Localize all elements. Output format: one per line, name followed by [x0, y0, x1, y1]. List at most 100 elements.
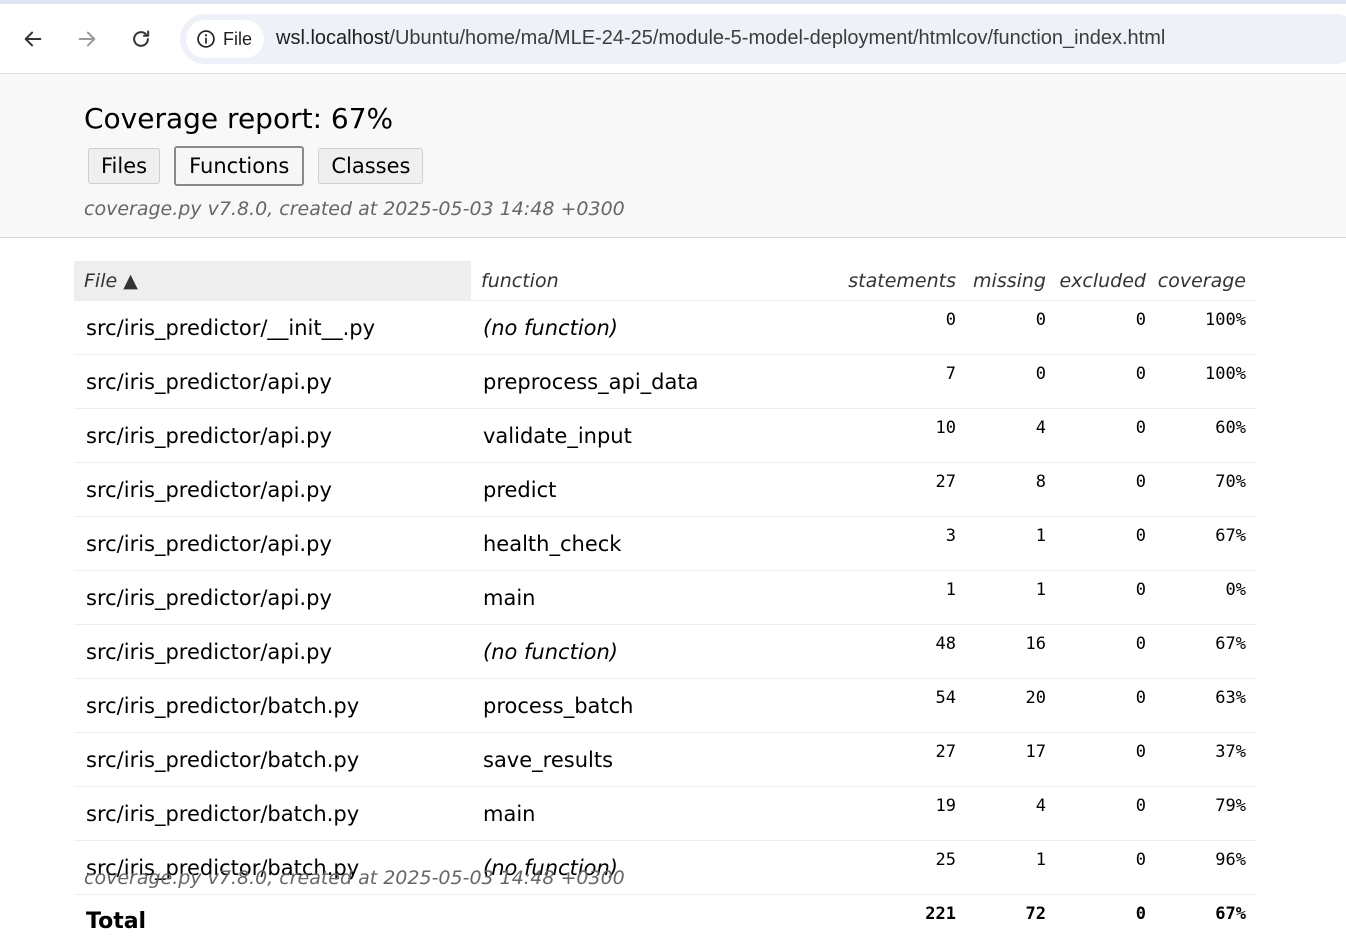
missing-cell: 1: [966, 517, 1056, 571]
site-info-label: File: [223, 29, 252, 50]
file-link[interactable]: src/iris_predictor/api.py: [74, 409, 471, 463]
table-row: src/iris_predictor/api.pyvalidate_input1…: [74, 409, 1256, 463]
excluded-cell: 0: [1056, 463, 1156, 517]
excluded-cell: 0: [1056, 571, 1156, 625]
function-link[interactable]: preprocess_api_data: [471, 355, 848, 409]
function-link[interactable]: (no function): [471, 301, 848, 355]
info-icon: [196, 29, 216, 49]
missing-cell: 16: [966, 625, 1056, 679]
total-excluded: 0: [1056, 895, 1156, 948]
table-body: src/iris_predictor/__init__.py(no functi…: [74, 301, 1256, 895]
function-link[interactable]: predict: [471, 463, 848, 517]
table-row: src/iris_predictor/api.pymain1100%: [74, 571, 1256, 625]
statements-cell: 10: [848, 409, 966, 463]
function-link[interactable]: main: [471, 787, 848, 841]
total-label: Total: [74, 895, 471, 948]
function-link[interactable]: main: [471, 571, 848, 625]
function-link[interactable]: validate_input: [471, 409, 848, 463]
excluded-cell: 0: [1056, 355, 1156, 409]
forward-button[interactable]: [70, 22, 104, 56]
total-statements: 221: [848, 895, 966, 948]
missing-cell: 8: [966, 463, 1056, 517]
browser-toolbar: File wsl.localhost/Ubuntu/home/ma/MLE-24…: [0, 0, 1346, 74]
missing-cell: 1: [966, 841, 1056, 895]
total-missing: 72: [966, 895, 1056, 948]
excluded-cell: 0: [1056, 841, 1156, 895]
tab-classes[interactable]: Classes: [318, 148, 423, 184]
statements-cell: 1: [848, 571, 966, 625]
column-header-coverage[interactable]: coverage: [1156, 261, 1256, 301]
total-coverage: 67%: [1156, 895, 1256, 948]
coverage-cell: 70%: [1156, 463, 1256, 517]
coverage-cell: 0%: [1156, 571, 1256, 625]
back-button[interactable]: [16, 22, 50, 56]
tab-files[interactable]: Files: [88, 148, 160, 184]
file-link[interactable]: src/iris_predictor/api.py: [74, 355, 471, 409]
coverage-cell: 96%: [1156, 841, 1256, 895]
url-text[interactable]: wsl.localhost/Ubuntu/home/ma/MLE-24-25/m…: [276, 27, 1165, 50]
statements-cell: 48: [848, 625, 966, 679]
file-link[interactable]: src/iris_predictor/api.py: [74, 463, 471, 517]
missing-cell: 0: [966, 355, 1056, 409]
url-host: wsl.localhost: [276, 27, 389, 49]
missing-cell: 17: [966, 733, 1056, 787]
excluded-cell: 0: [1056, 733, 1156, 787]
excluded-cell: 0: [1056, 409, 1156, 463]
table-row: src/iris_predictor/batch.pyprocess_batch…: [74, 679, 1256, 733]
excluded-cell: 0: [1056, 301, 1156, 355]
file-link[interactable]: src/iris_predictor/api.py: [74, 571, 471, 625]
missing-cell: 4: [966, 787, 1056, 841]
reload-button[interactable]: [124, 22, 158, 56]
table-row: src/iris_predictor/api.pyhealth_check310…: [74, 517, 1256, 571]
table-header-row: File ▲ function statements missing exclu…: [74, 261, 1256, 301]
file-link[interactable]: src/iris_predictor/api.py: [74, 517, 471, 571]
statements-cell: 54: [848, 679, 966, 733]
function-link[interactable]: process_batch: [471, 679, 848, 733]
coverage-cell: 37%: [1156, 733, 1256, 787]
statements-cell: 27: [848, 463, 966, 517]
address-bar[interactable]: File wsl.localhost/Ubuntu/home/ma/MLE-24…: [180, 14, 1346, 64]
column-header-excluded[interactable]: excluded: [1056, 261, 1156, 301]
column-header-statements[interactable]: statements: [848, 261, 966, 301]
created-info: coverage.py v7.8.0, created at 2025-05-0…: [84, 198, 625, 220]
footer-created-info: coverage.py v7.8.0, created at 2025-05-0…: [84, 867, 625, 889]
coverage-cell: 60%: [1156, 409, 1256, 463]
column-header-function[interactable]: function: [471, 261, 848, 301]
column-header-file[interactable]: File ▲: [74, 261, 471, 301]
missing-cell: 0: [966, 301, 1056, 355]
missing-cell: 20: [966, 679, 1056, 733]
excluded-cell: 0: [1056, 787, 1156, 841]
coverage-cell: 63%: [1156, 679, 1256, 733]
url-path: /Ubuntu/home/ma/MLE-24-25/module-5-model…: [389, 27, 1165, 49]
statements-cell: 7: [848, 355, 966, 409]
column-header-missing[interactable]: missing: [966, 261, 1056, 301]
table-row: src/iris_predictor/batch.pymain194079%: [74, 787, 1256, 841]
statements-cell: 0: [848, 301, 966, 355]
excluded-cell: 0: [1056, 517, 1156, 571]
file-link[interactable]: src/iris_predictor/api.py: [74, 625, 471, 679]
file-link[interactable]: src/iris_predictor/__init__.py: [74, 301, 471, 355]
function-link[interactable]: health_check: [471, 517, 848, 571]
total-function-cell: [471, 895, 848, 948]
statements-cell: 25: [848, 841, 966, 895]
function-link[interactable]: save_results: [471, 733, 848, 787]
table-row: src/iris_predictor/__init__.py(no functi…: [74, 301, 1256, 355]
page-title: Coverage report: 67%: [84, 102, 393, 135]
function-link[interactable]: (no function): [471, 625, 848, 679]
coverage-cell: 79%: [1156, 787, 1256, 841]
total-row: Total 221 72 0 67%: [74, 895, 1256, 948]
file-link[interactable]: src/iris_predictor/batch.py: [74, 733, 471, 787]
statements-cell: 19: [848, 787, 966, 841]
excluded-cell: 0: [1056, 625, 1156, 679]
report-header: Coverage report: 67% Files Functions Cla…: [0, 74, 1346, 238]
file-link[interactable]: src/iris_predictor/batch.py: [74, 679, 471, 733]
statements-cell: 3: [848, 517, 966, 571]
table-row: src/iris_predictor/batch.pysave_results2…: [74, 733, 1256, 787]
table-row: src/iris_predictor/api.pypredict278070%: [74, 463, 1256, 517]
file-link[interactable]: src/iris_predictor/batch.py: [74, 787, 471, 841]
reload-icon: [130, 28, 152, 50]
table-row: src/iris_predictor/api.pypreprocess_api_…: [74, 355, 1256, 409]
site-info-chip[interactable]: File: [186, 20, 264, 58]
tab-functions[interactable]: Functions: [174, 146, 304, 186]
coverage-cell: 100%: [1156, 301, 1256, 355]
